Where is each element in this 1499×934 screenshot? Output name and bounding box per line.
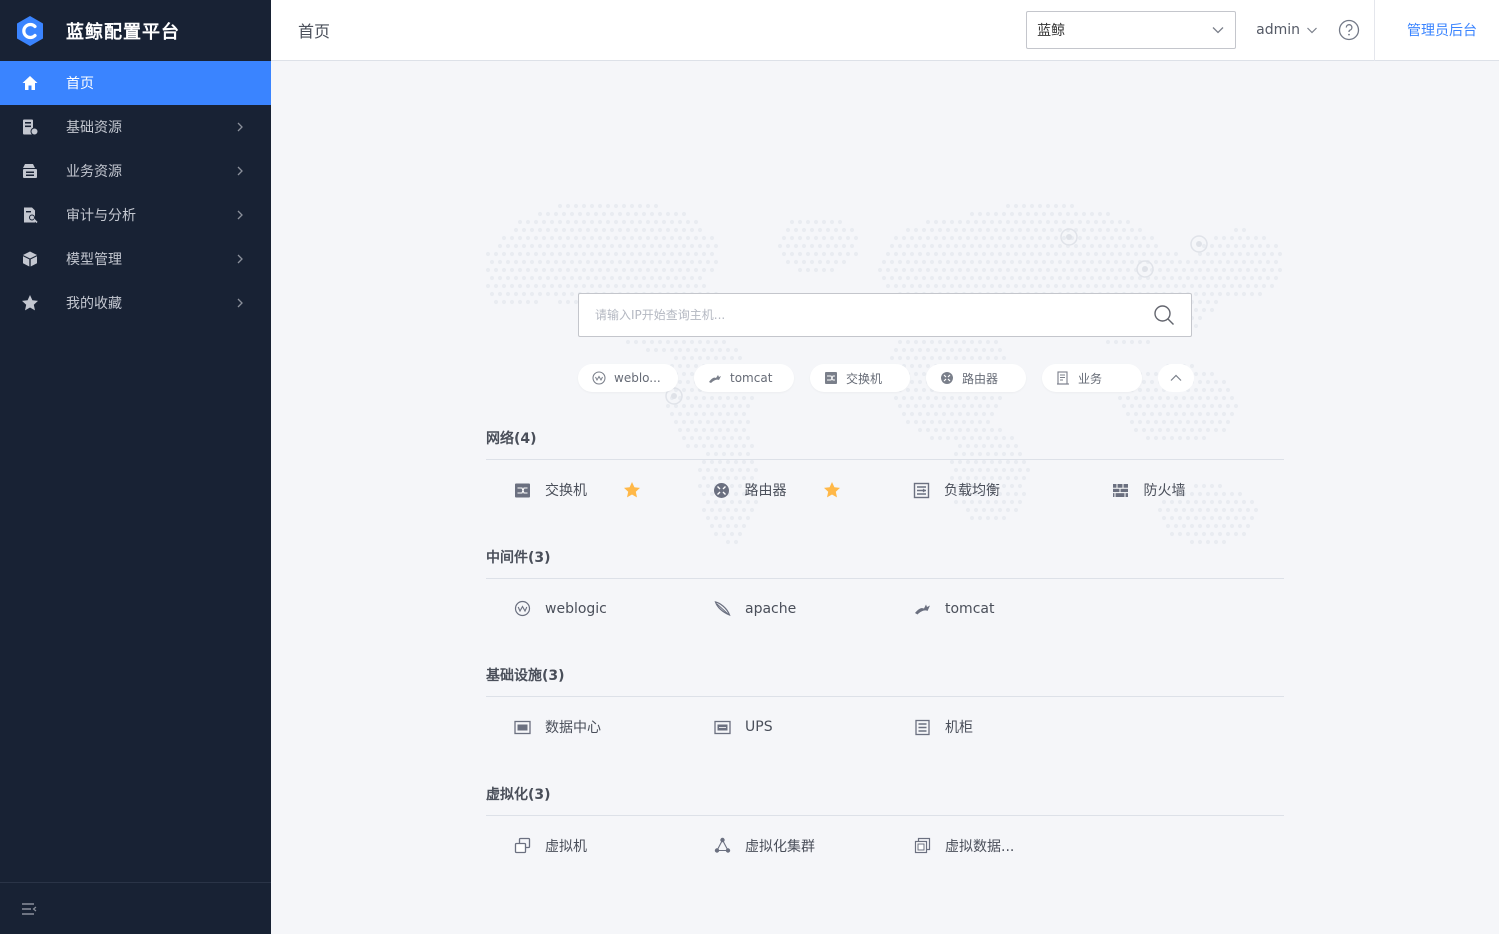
tomcat-icon	[913, 600, 931, 618]
chip-switch[interactable]: 交换机	[810, 364, 910, 392]
model-datacenter[interactable]: 数据中心	[486, 717, 686, 737]
username: admin	[1256, 22, 1300, 38]
chip-label: weblo...	[614, 371, 661, 385]
bk-logo-icon	[14, 15, 46, 47]
model-group-network: 网络(4) 交换机 路由器 负载均衡 防火墙	[486, 430, 1284, 549]
model-firewall[interactable]: 防火墙	[1085, 480, 1285, 500]
brand[interactable]: 蓝鲸配置平台	[0, 0, 271, 61]
chevron-right-icon	[237, 166, 243, 176]
sidebar-item-business-resources[interactable]: 业务资源	[0, 149, 271, 193]
chip-label: tomcat	[730, 371, 773, 385]
ip-search-box	[578, 293, 1192, 337]
switch-icon	[825, 372, 837, 384]
router-icon	[713, 481, 731, 499]
sidebar-item-label: 审计与分析	[66, 208, 136, 224]
sidebar-item-label: 业务资源	[66, 164, 122, 180]
business-icon	[1057, 371, 1069, 385]
model-tomcat[interactable]: tomcat	[886, 599, 1086, 619]
collapse-chips-button[interactable]	[1158, 364, 1194, 392]
model-load-balancer[interactable]: 负载均衡	[885, 480, 1085, 500]
page-title: 首页	[298, 22, 331, 41]
chevron-right-icon	[237, 254, 243, 264]
router-icon	[941, 372, 953, 384]
sidebar: 蓝鲸配置平台 首页 基础资源 业务资源 审计与分析 模型管理 我的收藏	[0, 0, 271, 934]
ups-icon	[713, 718, 731, 736]
model-cabinet[interactable]: 机柜	[886, 717, 1086, 737]
group-title: 中间件(3)	[486, 549, 1284, 579]
chip-business[interactable]: 业务	[1042, 364, 1142, 392]
star-icon[interactable]	[623, 481, 641, 499]
sidebar-item-favorites[interactable]: 我的收藏	[0, 281, 271, 325]
virtual-machine-icon	[513, 837, 531, 855]
sidebar-item-label: 首页	[66, 76, 94, 92]
virtual-cluster-icon	[713, 837, 731, 855]
model-group-middleware: 中间件(3) weblogic apache tomcat	[486, 549, 1284, 668]
home-icon	[20, 73, 40, 93]
firewall-icon	[1112, 481, 1130, 499]
sidebar-item-audit-analysis[interactable]: 审计与分析	[0, 193, 271, 237]
sidebar-item-label: 模型管理	[66, 252, 122, 268]
business-resource-icon	[20, 161, 40, 181]
weblogic-icon	[592, 371, 606, 385]
model-virtual-datacenter[interactable]: 虚拟数据...	[886, 836, 1086, 856]
apache-icon	[713, 600, 731, 618]
sidebar-item-label: 基础资源	[66, 120, 122, 136]
chip-label: 业务	[1078, 371, 1103, 386]
quick-access-chips: weblo... tomcat 交换机 路由器 业务	[578, 364, 1194, 392]
star-icon[interactable]	[823, 481, 841, 499]
main-content: weblo... tomcat 交换机 路由器 业务 网络(4)	[271, 62, 1499, 934]
cabinet-icon	[913, 718, 931, 736]
menu-collapse-icon	[22, 902, 37, 915]
sidebar-item-model-management[interactable]: 模型管理	[0, 237, 271, 281]
sidebar-item-basic-resources[interactable]: 基础资源	[0, 105, 271, 149]
user-menu[interactable]: admin	[1256, 22, 1318, 38]
weblogic-icon	[513, 600, 531, 618]
model-groups: 网络(4) 交换机 路由器 负载均衡 防火墙 中间件(3) weblogic a…	[486, 430, 1284, 904]
chip-label: 路由器	[962, 371, 999, 386]
chip-tomcat[interactable]: tomcat	[694, 364, 794, 392]
datacenter-icon	[513, 718, 531, 736]
audit-icon	[20, 205, 40, 225]
chevron-right-icon	[237, 210, 243, 220]
model-group-virtualization: 虚拟化(3) 虚拟机 虚拟化集群 虚拟数据...	[486, 786, 1284, 905]
chevron-right-icon	[237, 298, 243, 308]
admin-console-link[interactable]: 管理员后台	[1374, 0, 1499, 61]
business-select-value: 蓝鲸	[1037, 23, 1066, 39]
model-virtual-machine[interactable]: 虚拟机	[486, 836, 686, 856]
group-title: 虚拟化(3)	[486, 786, 1284, 816]
chip-label: 交换机	[846, 371, 883, 386]
sidebar-collapse-toggle[interactable]	[0, 882, 271, 934]
help-icon[interactable]	[1338, 19, 1360, 41]
business-select[interactable]: 蓝鲸	[1026, 11, 1237, 49]
chevron-up-icon	[1170, 374, 1182, 381]
host-resource-icon	[20, 117, 40, 137]
chevron-down-icon	[1212, 27, 1224, 34]
sidebar-item-label: 我的收藏	[66, 296, 122, 312]
model-virtual-cluster[interactable]: 虚拟化集群	[686, 836, 886, 856]
model-apache[interactable]: apache	[686, 599, 886, 619]
virtual-datacenter-icon	[913, 837, 931, 855]
app-title: 蓝鲸配置平台	[66, 21, 180, 43]
switch-icon	[513, 481, 531, 499]
cube-icon	[20, 249, 40, 269]
ip-search-input[interactable]	[595, 308, 1153, 322]
group-title: 网络(4)	[486, 430, 1284, 460]
chip-router[interactable]: 路由器	[926, 364, 1026, 392]
model-router[interactable]: 路由器	[686, 480, 886, 500]
chevron-down-icon	[1307, 27, 1317, 34]
model-group-infrastructure: 基础设施(3) 数据中心 UPS 机柜	[486, 667, 1284, 786]
model-ups[interactable]: UPS	[686, 717, 886, 737]
star-icon	[20, 293, 40, 313]
chevron-right-icon	[237, 122, 243, 132]
model-switch[interactable]: 交换机	[486, 480, 686, 500]
search-icon[interactable]	[1153, 304, 1175, 326]
chip-weblogic[interactable]: weblo...	[578, 364, 678, 392]
tomcat-icon	[709, 375, 721, 383]
sidebar-item-home[interactable]: 首页	[0, 61, 271, 105]
top-header: 首页 蓝鲸 admin 管理员后台	[271, 0, 1499, 61]
model-weblogic[interactable]: weblogic	[486, 599, 686, 619]
group-title: 基础设施(3)	[486, 667, 1284, 697]
sidebar-nav: 首页 基础资源 业务资源 审计与分析 模型管理 我的收藏	[0, 61, 271, 325]
load-balancer-icon	[912, 481, 930, 499]
